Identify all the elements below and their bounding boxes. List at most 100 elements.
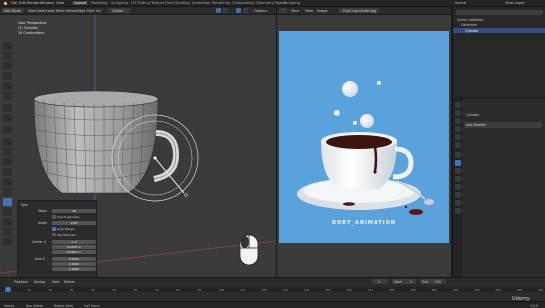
particles-tab-icon[interactable] bbox=[454, 168, 461, 174]
modifier-tab-icon[interactable] bbox=[454, 160, 461, 166]
material-tab-icon[interactable] bbox=[454, 200, 461, 206]
knife-tool-icon[interactable] bbox=[3, 178, 12, 186]
workspace-tab-compositing[interactable]: Compositing bbox=[232, 1, 255, 5]
viewport-menu-face[interactable]: Face bbox=[87, 9, 95, 13]
outliner-row-scene-collection[interactable]: Scene Collection bbox=[457, 18, 484, 22]
timeline[interactable]: Playback Keying View Marker 1 Start 1 En… bbox=[0, 277, 545, 301]
shading-material-toggle[interactable] bbox=[243, 8, 248, 13]
center-y-field[interactable]: 0.0595 m bbox=[52, 244, 96, 250]
center-x-field[interactable]: 2 m bbox=[52, 239, 96, 245]
viewport-menu-select[interactable]: Select bbox=[37, 9, 47, 13]
measure-tool-icon[interactable] bbox=[3, 114, 12, 122]
inset-tool-icon[interactable] bbox=[3, 148, 12, 156]
physics-tab-icon[interactable] bbox=[454, 176, 461, 182]
constraints-tab-icon[interactable] bbox=[454, 184, 461, 190]
blender-logo-icon[interactable] bbox=[2, 1, 8, 6]
tool-tab-icon[interactable] bbox=[454, 102, 461, 108]
viewport-menu-view[interactable]: View bbox=[28, 9, 36, 13]
texture-tab-icon[interactable] bbox=[454, 208, 461, 214]
overlay-toggle[interactable] bbox=[216, 8, 221, 13]
angle-field[interactable]: -180° bbox=[52, 220, 96, 226]
render-tab-icon[interactable] bbox=[454, 110, 461, 116]
menu-render[interactable]: Render bbox=[27, 1, 40, 5]
options-button[interactable]: Options bbox=[254, 9, 267, 13]
shear-tool-icon[interactable] bbox=[3, 238, 12, 246]
smooth-tool-icon[interactable] bbox=[3, 208, 12, 216]
workspace-tab-rendering[interactable]: Rendering bbox=[212, 1, 230, 5]
image-menu-view[interactable]: View bbox=[291, 9, 299, 13]
timeline-menu-playback[interactable]: Playback bbox=[14, 280, 28, 284]
object-tab-icon[interactable] bbox=[454, 152, 461, 158]
viewport-menu-add[interactable]: Add bbox=[48, 9, 55, 13]
workspace-tab-sculpting[interactable]: Sculpting bbox=[111, 1, 128, 5]
editor-type-button[interactable] bbox=[279, 8, 287, 13]
scene-selector[interactable]: Scene bbox=[455, 1, 466, 5]
viewport-menu-vertex[interactable]: Vertex bbox=[66, 9, 77, 13]
viewport-menu-edge[interactable]: Edge bbox=[77, 9, 86, 13]
panel-title[interactable]: Spin bbox=[21, 203, 28, 207]
workspace-tab-geometry-nodes[interactable]: Geometry Nodes bbox=[256, 1, 286, 5]
viewport-menu-uv[interactable]: UV bbox=[96, 9, 101, 13]
status-bar: Select Box Select Rotate View Call Menu … bbox=[0, 301, 545, 308]
output-tab-icon[interactable] bbox=[454, 118, 461, 124]
workspace-tab-modeling[interactable]: Modeling bbox=[91, 1, 107, 5]
spin-tool-icon[interactable] bbox=[3, 198, 12, 206]
outliner-search-input[interactable] bbox=[456, 10, 543, 15]
image-menu-view-2[interactable]: View bbox=[305, 9, 313, 13]
3d-viewport[interactable]: User Perspective (1) Cylinder 10 Centime… bbox=[0, 15, 276, 277]
outliner-row-cylinder[interactable]: Cylinder bbox=[465, 29, 478, 33]
use-duplicates-checkbox[interactable] bbox=[52, 215, 56, 219]
view-layer-selector[interactable]: View Layer bbox=[505, 1, 525, 5]
extrude-tool-icon[interactable] bbox=[3, 138, 12, 146]
rotate-tool-icon[interactable] bbox=[3, 72, 12, 80]
move-tool-icon[interactable] bbox=[3, 62, 12, 70]
annotate-tool-icon[interactable] bbox=[3, 104, 12, 112]
workspace-tab-texture-paint[interactable]: Texture Paint bbox=[151, 1, 174, 5]
center-z-field[interactable]: 0.4905 m bbox=[52, 249, 96, 255]
frame-tick: 180 bbox=[389, 287, 395, 292]
timeline-menu-view[interactable]: View bbox=[52, 280, 60, 284]
data-tab-icon[interactable] bbox=[454, 192, 461, 198]
poly-build-tool-icon[interactable] bbox=[3, 188, 12, 196]
loop-cut-tool-icon[interactable] bbox=[3, 168, 12, 176]
shrink-fatten-tool-icon[interactable] bbox=[3, 228, 12, 236]
image-editor[interactable]: DORY_ANIMATION bbox=[277, 15, 451, 277]
scale-tool-icon[interactable] bbox=[3, 82, 12, 90]
add-cube-tool-icon[interactable] bbox=[3, 126, 12, 134]
playhead[interactable]: 1 bbox=[5, 287, 11, 292]
axis-z-field[interactable]: 1.0000 bbox=[52, 266, 96, 272]
edge-slide-tool-icon[interactable] bbox=[3, 218, 12, 226]
timeline-menu-keying[interactable]: Keying bbox=[34, 280, 45, 284]
menu-help[interactable]: Help bbox=[56, 1, 64, 5]
workspace-tab-scripting[interactable]: Scripting bbox=[284, 1, 300, 5]
select-box-tool-icon[interactable] bbox=[3, 42, 12, 50]
flip-normals-checkbox[interactable] bbox=[52, 232, 56, 236]
outliner-row-collection[interactable]: Collection bbox=[461, 23, 477, 27]
properties-editor[interactable]: Cylinder Add Modifier bbox=[452, 98, 545, 277]
auto-merge-checkbox[interactable] bbox=[52, 227, 56, 231]
bevel-tool-icon[interactable] bbox=[3, 158, 12, 166]
world-tab-icon[interactable] bbox=[454, 142, 461, 148]
menu-file[interactable]: File bbox=[11, 1, 17, 5]
scene-tab-icon[interactable] bbox=[454, 134, 461, 140]
cursor-tool-icon[interactable] bbox=[3, 52, 12, 60]
shading-solid-toggle[interactable] bbox=[236, 8, 241, 13]
steps-field[interactable]: 16 bbox=[52, 208, 96, 214]
spin-operator-panel[interactable]: Spin Steps 16 Use Duplicates Angle -180°… bbox=[17, 200, 97, 277]
view-layer-tab-icon[interactable] bbox=[454, 126, 461, 132]
axis-x-field[interactable]: 0.0000 bbox=[52, 256, 96, 262]
image-menu-image[interactable]: Image bbox=[317, 9, 328, 13]
workspace-tab-shading[interactable]: Shading bbox=[175, 1, 190, 5]
outliner[interactable]: Scene Collection Collection Cylinder bbox=[452, 7, 545, 97]
axis-y-field[interactable]: 0.0000 bbox=[52, 261, 96, 267]
viewport-menu-mesh[interactable]: Mesh bbox=[56, 9, 65, 13]
timeline-menu-marker[interactable]: Marker bbox=[64, 280, 75, 284]
menu-edit[interactable]: Edit bbox=[19, 1, 26, 5]
workspace-tab-layout[interactable]: Layout bbox=[72, 0, 89, 5]
workspace-tab-animation[interactable]: Animation bbox=[192, 1, 210, 5]
transform-tool-icon[interactable] bbox=[3, 92, 12, 100]
menu-window[interactable]: Window bbox=[40, 1, 54, 5]
xray-toggle[interactable] bbox=[223, 8, 228, 13]
frame-ruler[interactable]: 0102030405060708090100110120130140150160… bbox=[0, 287, 545, 292]
workspace-tab-uv-editing[interactable]: UV Editing bbox=[131, 1, 150, 5]
